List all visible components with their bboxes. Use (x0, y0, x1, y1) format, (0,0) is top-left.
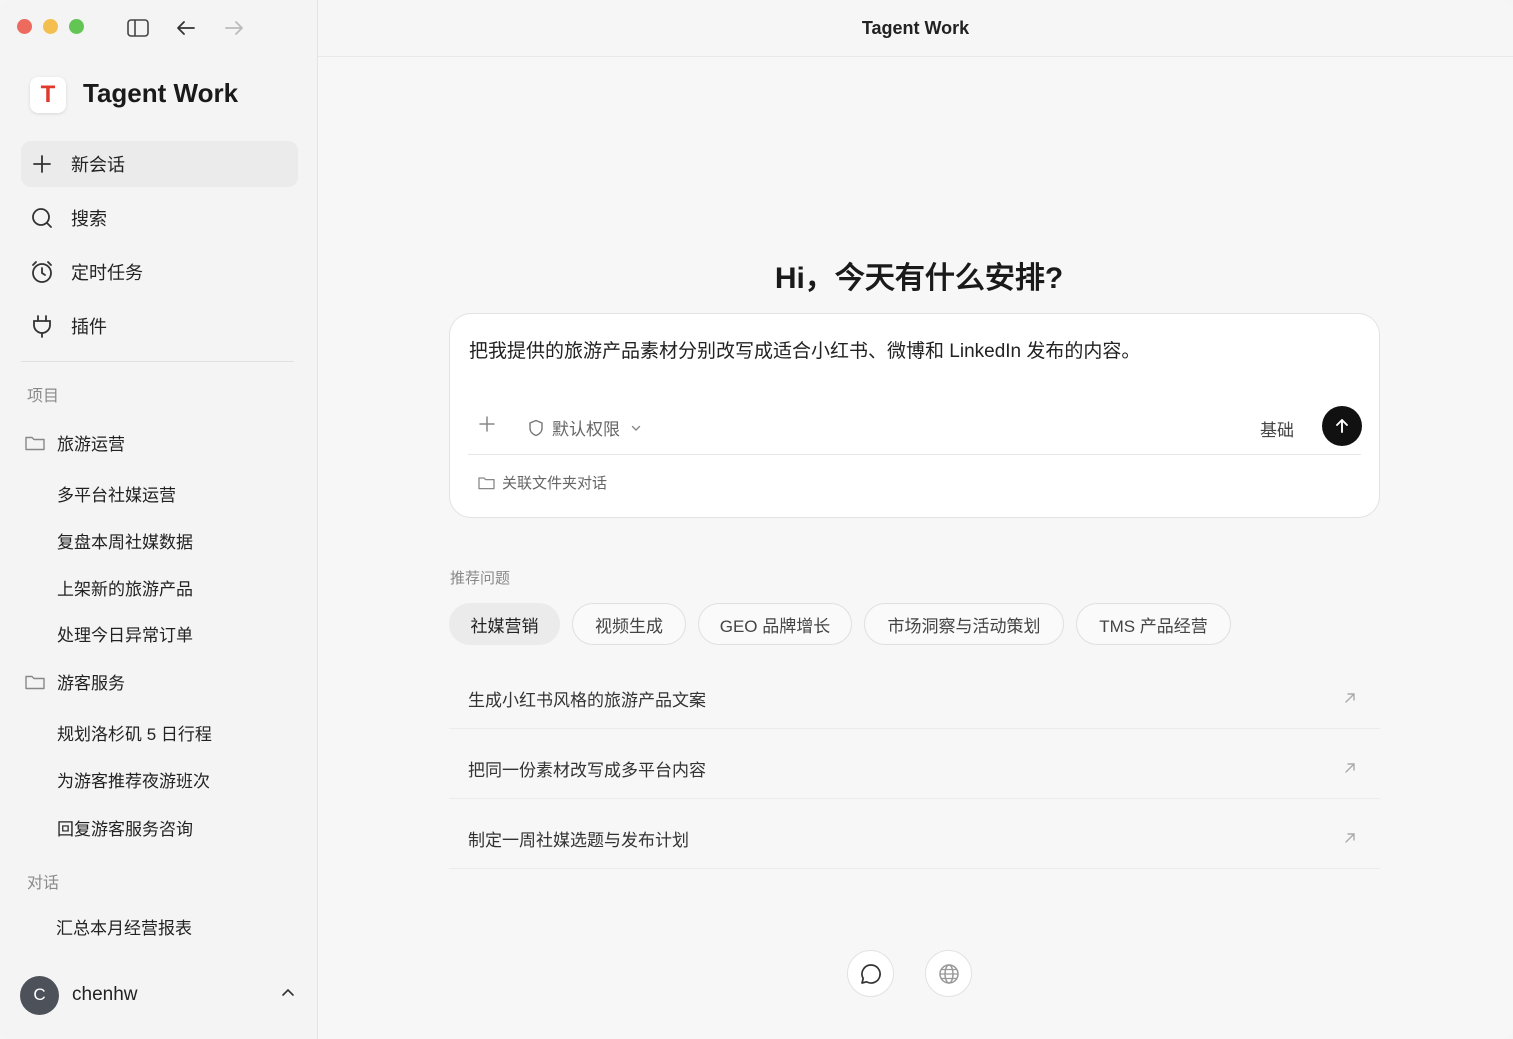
sidebar: T Tagent Work 新会话 搜索 定时任务 插件 项目 旅游运营 多平台… (0, 0, 318, 1039)
conversations-label: 对话 (27, 875, 60, 892)
brand-name: Tagent Work (83, 78, 239, 108)
globe-icon (938, 963, 959, 984)
chevron-up-icon (282, 988, 294, 996)
attach-plus-icon[interactable] (478, 414, 496, 438)
plus-icon (29, 151, 55, 177)
link-folder-label: 关联文件夹对话 (502, 475, 608, 492)
project-item[interactable]: 为游客推荐夜游班次 (57, 767, 210, 792)
window-title: Tagent Work (861, 18, 970, 38)
folder-icon (25, 675, 45, 689)
chip-geo-brand-growth[interactable]: GEO 品牌增长 (698, 603, 852, 645)
arrow-up-right-icon (1345, 693, 1355, 703)
zoom-window-button[interactable] (69, 19, 84, 34)
project-name: 旅游运营 (57, 435, 125, 454)
chip-video-generation[interactable]: 视频生成 (572, 603, 686, 645)
suggestion-item[interactable]: 制定一周社媒选题与发布计划 (449, 809, 1380, 869)
chat-bubble-button[interactable] (847, 950, 894, 997)
mode-selector[interactable]: 基础 (1260, 416, 1294, 441)
projects-label: 项目 (27, 388, 60, 405)
user-name: chenhw (72, 984, 138, 1005)
title-bar: Tagent Work (0, 0, 1513, 56)
chat-bubble-icon (860, 963, 881, 984)
new-chat-button[interactable]: 新会话 (21, 141, 298, 187)
project-item[interactable]: 处理今日异常订单 (57, 621, 193, 646)
project-item[interactable]: 多平台社媒运营 (57, 481, 176, 506)
folder-icon (478, 476, 495, 489)
sidebar-toggle-icon[interactable] (126, 16, 150, 40)
search-icon (29, 205, 55, 231)
alarm-clock-icon (29, 259, 55, 285)
chevron-down-icon (631, 425, 641, 431)
shield-icon (529, 419, 543, 436)
composer-divider (468, 454, 1361, 455)
back-arrow-icon[interactable] (174, 16, 198, 40)
project-item[interactable]: 回复游客服务咨询 (57, 815, 193, 840)
link-folder-button[interactable]: 关联文件夹对话 (478, 472, 607, 493)
arrow-up-right-icon (1345, 833, 1355, 843)
forward-arrow-icon[interactable] (222, 16, 246, 40)
app-window: T Tagent Work 新会话 搜索 定时任务 插件 项目 旅游运营 多平台… (0, 0, 1513, 1039)
greeting-heading: Hi，今天有什么安排? (774, 262, 1064, 295)
nav-label: 插件 (71, 317, 107, 337)
project-folder-visitor-service[interactable]: 游客服务 (25, 669, 125, 694)
conversation-item[interactable]: 汇总本月经营报表 (56, 914, 192, 939)
permission-dropdown[interactable]: 默认权限 (528, 415, 650, 440)
project-folder-travel-ops[interactable]: 旅游运营 (25, 430, 125, 455)
app-logo: T (30, 77, 66, 113)
nav-label: 新会话 (71, 155, 125, 175)
plug-icon (29, 313, 55, 339)
chip-tms-product[interactable]: TMS 产品经营 (1076, 603, 1231, 645)
search-button[interactable]: 搜索 (21, 195, 298, 241)
nav-label: 定时任务 (71, 263, 143, 283)
user-menu[interactable]: C chenhw (20, 975, 300, 1015)
suggestion-item[interactable]: 把同一份素材改写成多平台内容 (449, 739, 1380, 799)
chip-social-marketing[interactable]: 社媒营销 (449, 603, 560, 645)
project-item[interactable]: 规划洛杉矶 5 日行程 (57, 720, 212, 745)
close-window-button[interactable] (17, 19, 32, 34)
suggestion-text: 生成小红书风格的旅游产品文案 (468, 691, 706, 710)
permission-label: 默认权限 (552, 420, 620, 439)
arrow-up-right-icon (1345, 763, 1355, 773)
folder-icon (25, 436, 45, 450)
logo-letter: T (40, 81, 56, 108)
project-item[interactable]: 复盘本周社媒数据 (57, 528, 193, 553)
composer: 把我提供的旅游产品素材分别改写成适合小红书、微博和 LinkedIn 发布的内容… (449, 313, 1380, 518)
nav-label: 搜索 (71, 209, 107, 229)
send-button[interactable] (1322, 406, 1362, 446)
minimize-window-button[interactable] (43, 19, 58, 34)
suggestion-item[interactable]: 生成小红书风格的旅游产品文案 (449, 669, 1380, 729)
arrow-up-icon (1336, 419, 1348, 433)
plugins-button[interactable]: 插件 (21, 303, 298, 349)
globe-button[interactable] (925, 950, 972, 997)
scheduled-tasks-button[interactable]: 定时任务 (21, 249, 298, 295)
suggest-label: 推荐问题 (450, 570, 511, 587)
suggestion-text: 把同一份素材改写成多平台内容 (468, 761, 706, 780)
chip-market-insight[interactable]: 市场洞察与活动策划 (864, 603, 1064, 645)
avatar: C (20, 975, 59, 1015)
suggestion-text: 制定一周社媒选题与发布计划 (468, 831, 689, 850)
project-item[interactable]: 上架新的旅游产品 (57, 575, 193, 600)
sidebar-divider (21, 361, 294, 362)
project-name: 游客服务 (57, 674, 125, 693)
main-panel (318, 56, 1513, 1039)
prompt-input[interactable]: 把我提供的旅游产品素材分别改写成适合小红书、微博和 LinkedIn 发布的内容… (469, 336, 1140, 363)
